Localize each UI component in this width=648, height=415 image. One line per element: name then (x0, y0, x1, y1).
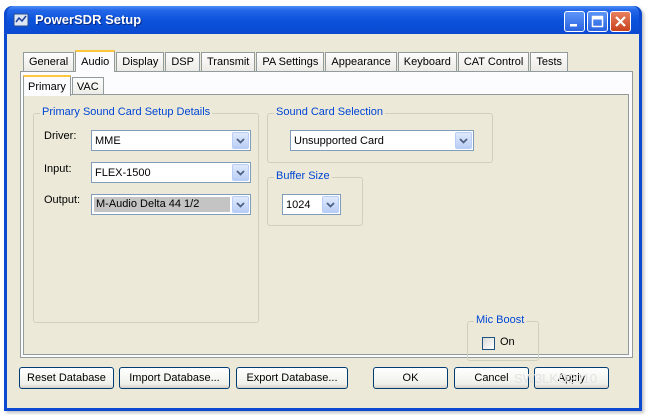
input-value: FLEX-1500 (95, 166, 151, 179)
input-select[interactable]: FLEX-1500 (91, 162, 251, 183)
ok-button[interactable]: OK (373, 367, 448, 389)
buffer-size-select[interactable]: 1024 (282, 194, 341, 215)
cancel-button[interactable]: Cancel (454, 367, 529, 389)
primary-subtab-page: Primary Sound Card Setup Details Driver:… (23, 94, 629, 361)
sound-card-selection-title: Sound Card Selection (274, 106, 386, 118)
export-database-button[interactable]: Export Database... (236, 367, 348, 389)
output-label: Output: (44, 194, 81, 206)
mic-boost-checkbox[interactable] (482, 337, 495, 350)
powersdr-setup-window: PowerSDR Setup General Audio Display DSP… (4, 6, 642, 411)
minimize-icon (570, 24, 577, 27)
chevron-down-icon[interactable] (455, 132, 472, 149)
tab-display[interactable]: Display (116, 52, 165, 71)
buffer-size-group: Buffer Size 1024 (267, 170, 363, 226)
input-label: Input: (44, 163, 72, 175)
minimize-button[interactable] (564, 11, 585, 32)
subtab-primary[interactable]: Primary (23, 75, 71, 96)
audio-tab-page: Primary VAC Primary Sound Card Setup Det… (20, 71, 633, 361)
mic-boost-checkbox-label[interactable]: On (500, 336, 515, 348)
chevron-down-icon[interactable] (322, 196, 339, 213)
tab-pa-settings[interactable]: PA Settings (256, 52, 325, 71)
reset-database-button[interactable]: Reset Database (19, 367, 114, 389)
maximize-icon (591, 15, 604, 28)
tab-dsp[interactable]: DSP (165, 52, 200, 71)
chevron-down-icon[interactable] (232, 132, 249, 149)
tab-keyboard[interactable]: Keyboard (397, 52, 457, 71)
tab-transmit[interactable]: Transmit (200, 52, 256, 71)
audio-subtab-strip: Primary VAC (23, 73, 105, 96)
sound-card-selection-group: Sound Card Selection Unsupported Card (267, 106, 493, 163)
mic-boost-group: Mic Boost On (467, 314, 539, 361)
tab-tests[interactable]: Tests (530, 52, 569, 71)
title-bar[interactable]: PowerSDR Setup (7, 6, 639, 34)
tab-audio[interactable]: Audio (75, 50, 116, 72)
maximize-button[interactable] (587, 11, 608, 32)
primary-sound-card-group: Primary Sound Card Setup Details Driver:… (33, 106, 259, 323)
buffer-size-value: 1024 (286, 198, 311, 211)
buffer-size-title: Buffer Size (274, 170, 332, 182)
output-value: M-Audio Delta 44 1/2 (94, 197, 230, 212)
close-button[interactable] (610, 11, 631, 32)
output-select[interactable]: M-Audio Delta 44 1/2 (91, 194, 251, 215)
import-database-button[interactable]: Import Database... (119, 367, 230, 389)
dialog-client-area: General Audio Display DSP Transmit PA Se… (7, 34, 639, 408)
tab-general[interactable]: General (23, 52, 75, 71)
driver-label: Driver: (44, 130, 77, 142)
sound-card-select[interactable]: Unsupported Card (290, 130, 474, 151)
apply-button[interactable]: Apply (534, 367, 609, 389)
app-icon (13, 13, 29, 27)
mic-boost-title: Mic Boost (474, 314, 527, 326)
driver-value: MME (95, 134, 121, 147)
driver-select[interactable]: MME (91, 130, 251, 151)
chevron-down-icon[interactable] (232, 164, 249, 181)
close-icon (615, 16, 626, 27)
chevron-down-icon[interactable] (232, 196, 249, 213)
subtab-vac[interactable]: VAC (71, 77, 104, 95)
window-title: PowerSDR Setup (35, 12, 142, 27)
tab-appearance[interactable]: Appearance (325, 52, 397, 71)
sound-card-value: Unsupported Card (294, 134, 384, 147)
tab-cat-control[interactable]: CAT Control (457, 52, 530, 71)
main-tab-strip: General Audio Display DSP Transmit PA Se… (23, 49, 569, 72)
primary-sound-card-group-title: Primary Sound Card Setup Details (40, 106, 213, 118)
